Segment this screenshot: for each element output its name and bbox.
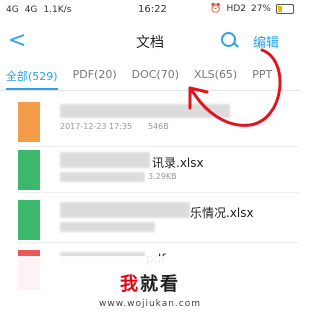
tab-pdf[interactable]: PDF(20) (73, 62, 117, 90)
watermark-brand-black: 就看 (140, 274, 180, 295)
file-type-tabs: 全部(529) PDF(20) DOC(70) XLS(65) PPT (0, 62, 300, 91)
watermark-brand-red: 我 (120, 274, 140, 295)
file-name: 讯录.xlsx (152, 156, 204, 170)
edit-button[interactable]: 编辑 (253, 32, 279, 51)
file-name: 乐情况.xlsx (190, 206, 254, 220)
divider (18, 192, 300, 193)
blurred-name (60, 152, 150, 168)
tab-ppt[interactable]: PPT (252, 62, 272, 90)
blurred-name (60, 104, 230, 118)
blurred-name (60, 202, 190, 218)
watermark-site: www.wojiukan.com (98, 299, 202, 309)
tab-xls[interactable]: XLS(65) (194, 62, 237, 90)
blurred-meta (60, 222, 155, 232)
nav-bar: < 文档 编辑 (0, 22, 300, 60)
alarm-icon: ⏰ (210, 4, 222, 14)
divider (18, 146, 300, 147)
watermark-logo: 我就看 (0, 270, 300, 296)
file-date: 2017-12-23 17:35 (60, 122, 133, 131)
file-size: 546B (148, 122, 169, 131)
tab-all[interactable]: 全部(529) (6, 62, 58, 90)
file-icon (18, 150, 40, 190)
hd-indicator: HD2 (226, 4, 246, 14)
status-bar: 4G 4G 1.1K/s 16:22 ⏰ HD2 27% (0, 0, 300, 20)
blurred-meta (60, 172, 145, 182)
status-right: ⏰ HD2 27% (210, 4, 294, 14)
tab-doc[interactable]: DOC(70) (132, 62, 179, 90)
search-icon[interactable] (221, 32, 236, 47)
status-left: 4G 4G 1.1K/s (6, 5, 71, 15)
network-speed: 1.1K/s (43, 5, 72, 15)
file-size: 3.29KB (148, 172, 177, 181)
file-icon (18, 200, 40, 240)
file-icon (18, 102, 40, 142)
network-indicator-1: 4G (6, 5, 19, 15)
divider (18, 242, 300, 243)
network-indicator-2: 4G (24, 5, 38, 15)
battery-percent: 27% (250, 4, 271, 14)
battery-icon (276, 4, 294, 14)
status-time: 16:22 (138, 4, 167, 15)
